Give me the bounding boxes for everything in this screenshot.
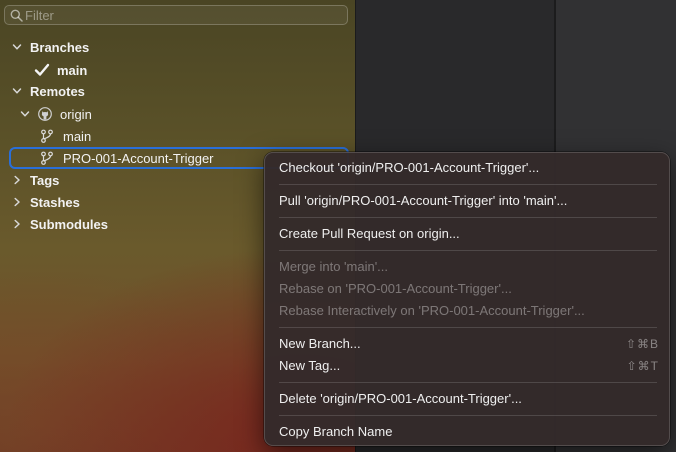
magnifier-icon <box>10 9 23 22</box>
section-label: Remotes <box>30 83 85 99</box>
menu-item-label: Create Pull Request on origin... <box>279 226 460 241</box>
menu-item-pull[interactable]: Pull 'origin/PRO-001-Account-Trigger' in… <box>279 190 659 212</box>
menu-separator <box>279 184 657 185</box>
git-branch-icon <box>40 129 54 143</box>
branch-label: main <box>57 62 88 78</box>
menu-item-new-branch[interactable]: New Branch... ⇧⌘B <box>279 333 659 355</box>
menu-item-label: New Tag... <box>279 358 341 373</box>
remote-branch-item-pro-001-account-trigger[interactable]: PRO-001-Account-Trigger <box>40 147 214 169</box>
remote-branch-item-main[interactable]: main <box>40 125 91 147</box>
section-tags[interactable]: Tags <box>12 169 59 191</box>
context-menu: Checkout 'origin/PRO-001-Account-Trigger… <box>264 152 670 446</box>
chevron-right-icon[interactable] <box>12 219 22 229</box>
menu-item-label: Checkout 'origin/PRO-001-Account-Trigger… <box>279 160 540 175</box>
branch-label: PRO-001-Account-Trigger <box>63 150 214 166</box>
section-label: Tags <box>30 172 60 188</box>
remote-label: origin <box>60 106 92 122</box>
chevron-down-icon[interactable] <box>12 86 22 96</box>
menu-item-copy-branch-name[interactable]: Copy Branch Name <box>279 421 659 443</box>
chevron-down-icon[interactable] <box>12 42 22 52</box>
menu-separator <box>279 382 657 383</box>
section-stashes[interactable]: Stashes <box>12 191 80 213</box>
menu-item-rebase[interactable]: Rebase on 'PRO-001-Account-Trigger'... <box>279 278 659 300</box>
github-icon <box>38 107 52 121</box>
menu-separator <box>279 327 657 328</box>
menu-item-new-tag[interactable]: New Tag... ⇧⌘T <box>279 355 659 377</box>
menu-separator <box>279 250 657 251</box>
section-branches[interactable]: Branches <box>12 36 89 58</box>
section-label: Stashes <box>30 194 80 210</box>
filter-input[interactable] <box>25 7 335 23</box>
section-remotes[interactable]: Remotes <box>12 80 85 102</box>
menu-item-label: Merge into 'main'... <box>279 259 389 274</box>
branch-label: main <box>63 128 92 144</box>
app-window: Branches main Remotes <box>0 0 676 452</box>
section-label: Branches <box>30 39 90 55</box>
section-label: Submodules <box>30 216 109 232</box>
menu-item-checkout[interactable]: Checkout 'origin/PRO-001-Account-Trigger… <box>279 157 659 179</box>
chevron-right-icon[interactable] <box>12 197 22 207</box>
shortcut-label: ⇧⌘T <box>626 359 659 373</box>
menu-item-label: New Branch... <box>279 336 361 351</box>
menu-item-label: Rebase Interactively on 'PRO-001-Account… <box>279 303 585 318</box>
filter-field[interactable] <box>4 5 348 25</box>
menu-item-create-pull-request[interactable]: Create Pull Request on origin... <box>279 223 659 245</box>
menu-item-merge[interactable]: Merge into 'main'... <box>279 256 659 278</box>
menu-item-label: Rebase on 'PRO-001-Account-Trigger'... <box>279 281 512 296</box>
section-submodules[interactable]: Submodules <box>12 213 108 235</box>
menu-item-label: Copy Branch Name <box>279 424 393 439</box>
remote-item-origin[interactable]: origin <box>20 103 92 125</box>
branch-item-main[interactable]: main <box>34 59 87 81</box>
chevron-down-icon[interactable] <box>20 109 30 119</box>
menu-item-rebase-interactively[interactable]: Rebase Interactively on 'PRO-001-Account… <box>279 300 659 322</box>
shortcut-label: ⇧⌘B <box>625 337 659 351</box>
menu-item-delete[interactable]: Delete 'origin/PRO-001-Account-Trigger'.… <box>279 388 659 410</box>
menu-item-label: Pull 'origin/PRO-001-Account-Trigger' in… <box>279 193 568 208</box>
checkmark-icon <box>34 63 50 77</box>
menu-separator <box>279 217 657 218</box>
menu-separator <box>279 415 657 416</box>
menu-item-label: Delete 'origin/PRO-001-Account-Trigger'.… <box>279 391 522 406</box>
chevron-right-icon[interactable] <box>12 175 22 185</box>
git-branch-icon <box>40 151 54 165</box>
